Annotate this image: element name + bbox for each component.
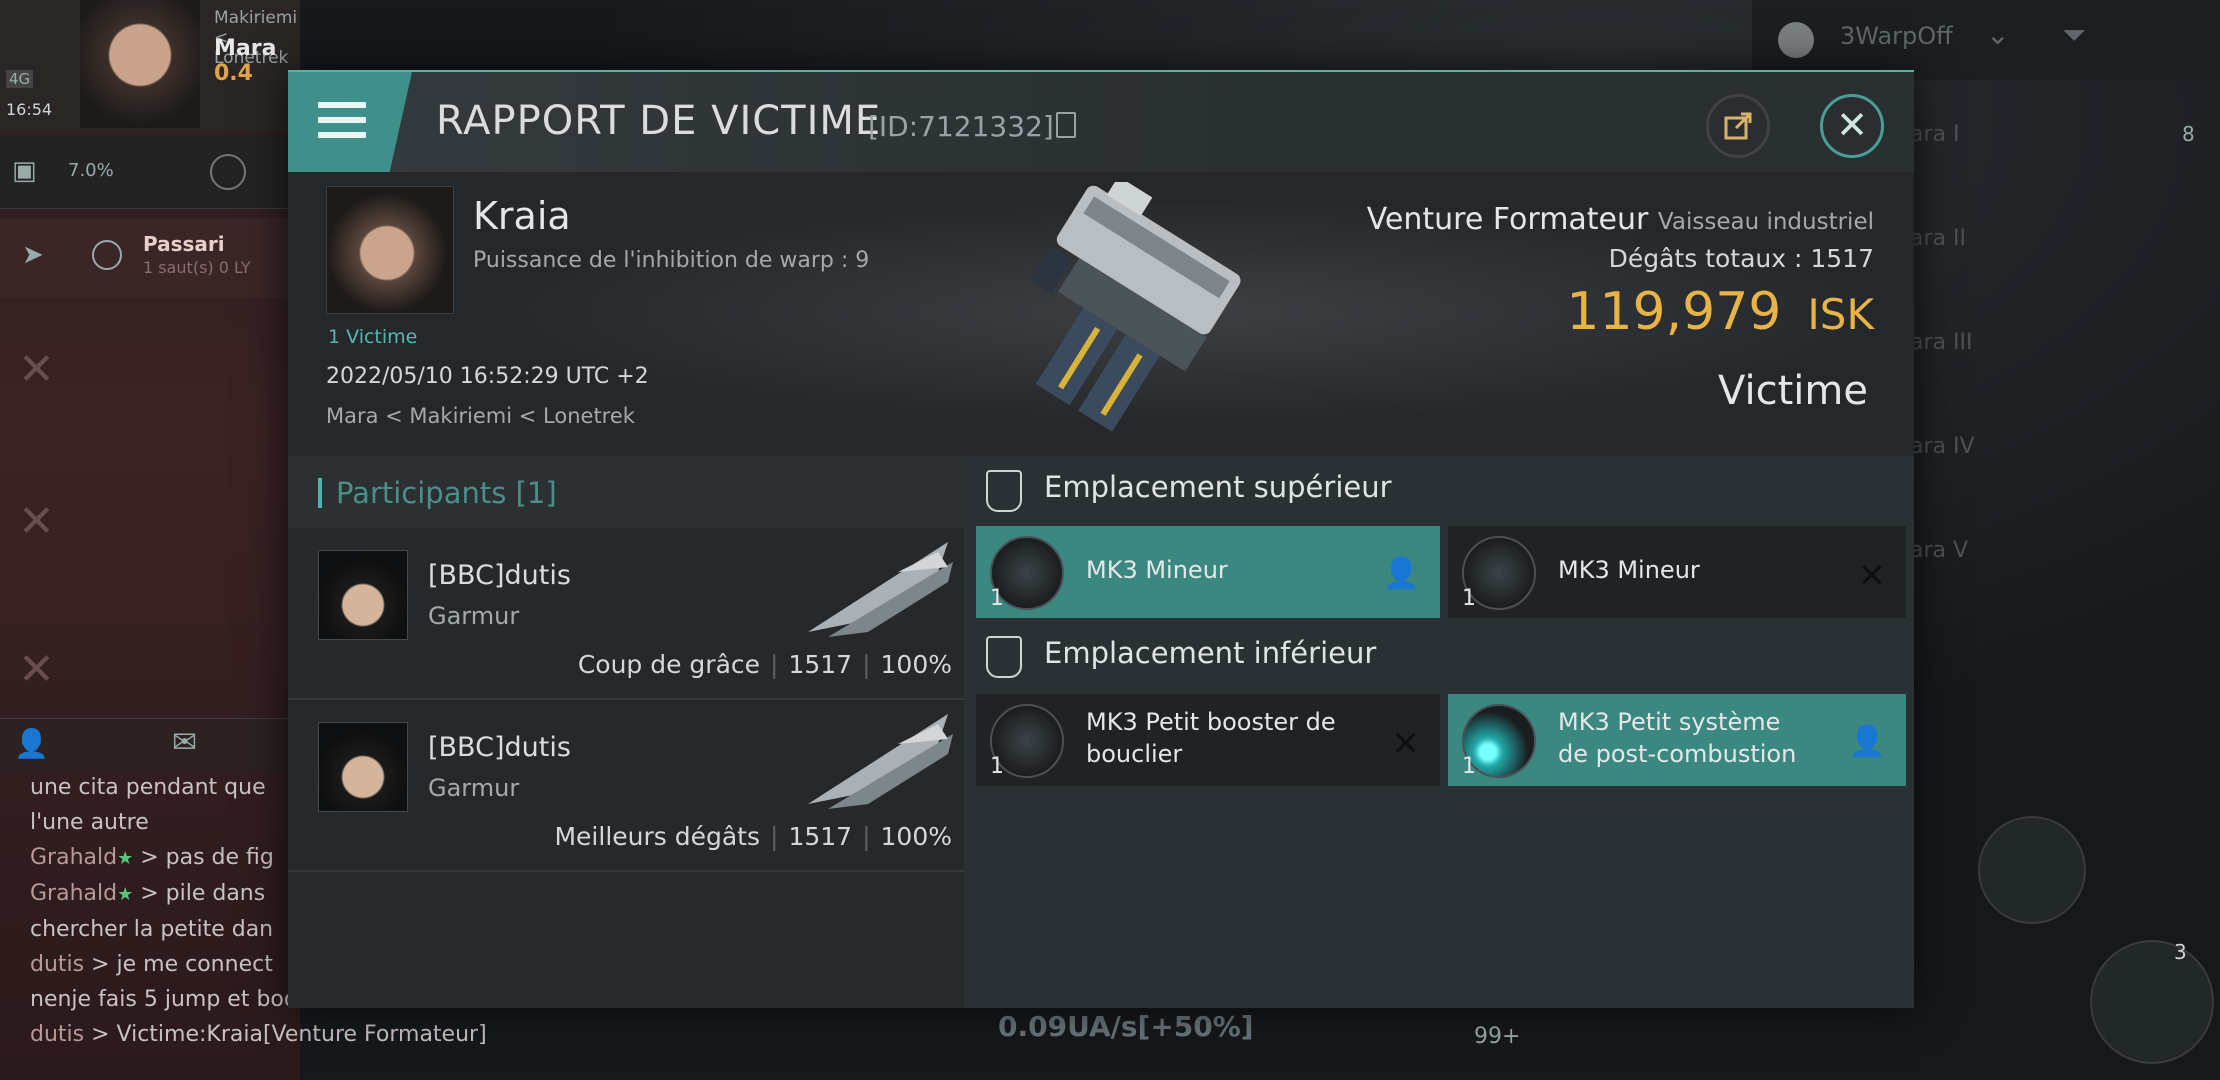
- module-name: MK3 Petit booster de bouclier: [1086, 708, 1336, 768]
- drone-button[interactable]: [2090, 940, 2214, 1064]
- participant-ship: Garmur: [428, 774, 520, 802]
- victim-role: Victime: [1718, 368, 1868, 414]
- star-icon: ★: [117, 884, 134, 905]
- victim-name: Kraia: [473, 194, 571, 238]
- participant-ship-render: [808, 542, 953, 637]
- module-name: MK3 Mineur: [1086, 556, 1228, 584]
- participant-name: [BBC]dutis: [428, 732, 571, 763]
- share-button[interactable]: [1706, 94, 1770, 158]
- victim-ship: Venture Formateur Vaisseau industriel: [1366, 202, 1874, 237]
- warp-dot-icon: [1778, 22, 1814, 58]
- navigate-icon[interactable]: ➤: [22, 240, 44, 270]
- fitting-panel: Emplacement supérieur 1 MK3 Mineur 👤 1 M…: [964, 456, 1914, 1008]
- destroyed-x-icon: ✕: [1391, 724, 1421, 764]
- isk-value: 119,979 ISK: [1566, 282, 1874, 342]
- drone-count-badge: 3: [2174, 940, 2187, 964]
- high-slot-title: Emplacement supérieur: [1044, 470, 1392, 504]
- killmail-dialog: RAPPORT DE VICTIME [ID:7121332] ✕ Kraia …: [288, 70, 1914, 1008]
- module-quantity: 1: [990, 586, 1004, 611]
- module-quantity: 1: [990, 754, 1004, 779]
- dialog-title: RAPPORT DE VICTIME: [436, 98, 882, 144]
- overview-item[interactable]: ara V: [1910, 538, 1968, 563]
- participants-title: Participants [1]: [336, 476, 557, 510]
- speed-readout: 0.09UA/s[+50%]: [998, 1010, 1254, 1043]
- warp-disruption: Puissance de l'inhibition de warp : 9: [473, 248, 870, 273]
- module-slot[interactable]: 1 MK3 Mineur 👤: [976, 526, 1440, 618]
- victim-location: Mara < Makiriemi < Lonetrek: [326, 404, 635, 428]
- cargo-icon: ▣: [12, 156, 37, 186]
- stargate-icon: [92, 240, 122, 270]
- location-jumps: 1 saut(s) 0 LY: [143, 258, 251, 277]
- participant-avatar[interactable]: [318, 550, 408, 640]
- mail-icon[interactable]: ✉: [172, 725, 197, 760]
- overview-item[interactable]: ara II: [1910, 226, 1966, 251]
- overview-list: ara I ara II ara III ara IV ara V 8: [1910, 0, 2220, 1080]
- chat-tabs[interactable]: 👤 ✉: [0, 718, 300, 771]
- victim-portrait[interactable]: [326, 186, 454, 314]
- external-link-icon: [1724, 112, 1752, 140]
- participant-row[interactable]: [BBC]dutis Garmur Meilleurs dégâts | 1517 |…: [288, 700, 964, 872]
- close-button[interactable]: ✕: [1820, 94, 1884, 158]
- module-slot[interactable]: 1 MK3 Mineur ✕: [1448, 526, 1906, 618]
- module-quantity: 1: [1462, 586, 1476, 611]
- module-slot[interactable]: 1 MK3 Petit booster de bouclier ✕: [976, 694, 1440, 786]
- menu-button[interactable]: [288, 72, 412, 172]
- mining-module-button[interactable]: [1978, 816, 2086, 924]
- person-icon: 👤: [1382, 556, 1420, 591]
- low-slot-title: Emplacement inférieur: [1044, 636, 1377, 670]
- scan-icon[interactable]: [210, 154, 246, 190]
- participant-avatar[interactable]: [318, 722, 408, 812]
- pilot-avatar: [80, 0, 200, 128]
- high-slot-icon: [986, 470, 1022, 512]
- participant-stats: Coup de grâce | 1517 | 100%: [577, 650, 952, 679]
- chat-line: dutis > Victime:Kraia[Venture Formateur]: [30, 1022, 487, 1047]
- cargo-bar[interactable]: ▣ 7.0%: [0, 136, 300, 209]
- victim-summary: Kraia Puissance de l'inhibition de warp …: [288, 172, 1914, 456]
- clock: 16:54: [6, 100, 53, 119]
- victim-count: 1 Victime: [328, 326, 418, 348]
- close-icon: ✕: [18, 344, 55, 395]
- module-name: MK3 Mineur: [1558, 556, 1700, 584]
- person-icon: 👤: [1848, 724, 1886, 759]
- low-slot-icon: [986, 636, 1022, 678]
- close-icon: ✕: [18, 496, 55, 547]
- low-slot-header: Emplacement inférieur: [964, 622, 1914, 688]
- close-icon: ✕: [18, 644, 55, 695]
- high-slot-header: Emplacement supérieur: [964, 456, 1914, 522]
- kill-timestamp: 2022/05/10 16:52:29 UTC +2: [326, 364, 649, 389]
- overview-item[interactable]: ara IV: [1910, 434, 1975, 459]
- star-icon: ★: [117, 848, 134, 869]
- participants-header: Participants [1]: [288, 456, 964, 528]
- copy-icon[interactable]: [1056, 112, 1076, 138]
- total-damage: Dégâts totaux : 1517: [1608, 244, 1874, 273]
- pilot-card[interactable]: Makiriemi < Lonetrek Mara 0.4 4G 16:54: [0, 0, 300, 132]
- module-slot[interactable]: 1 MK3 Petit système de post-combustion 👤: [1448, 694, 1906, 786]
- destroyed-x-icon: ✕: [1857, 556, 1887, 596]
- cargo-badge: 99+: [1474, 1024, 1521, 1049]
- network-badge: 4G: [6, 70, 34, 88]
- location-name: Passari: [143, 232, 225, 256]
- overview-count: 8: [2182, 122, 2195, 146]
- ship-render: [1029, 182, 1241, 432]
- cargo-percent: 7.0%: [68, 160, 114, 181]
- participant-row[interactable]: [BBC]dutis Garmur Coup de grâce | 1517 | 100…: [288, 528, 964, 700]
- contacts-icon[interactable]: 👤: [14, 727, 49, 760]
- participant-stats: Meilleurs dégâts | 1517 | 100%: [554, 822, 952, 851]
- participant-name: [BBC]dutis: [428, 560, 571, 591]
- dialog-header: RAPPORT DE VICTIME [ID:7121332] ✕: [288, 70, 1914, 174]
- participant-ship: Garmur: [428, 602, 520, 630]
- participant-ship-render: [808, 714, 953, 809]
- hamburger-icon: [318, 102, 366, 142]
- module-name: MK3 Petit système de post-combustion: [1558, 708, 1797, 768]
- overview-item[interactable]: ara III: [1910, 330, 1972, 355]
- killmail-id: [ID:7121332]: [868, 110, 1054, 143]
- participants-panel: Participants [1] [BBC]dutis Garmur Coup …: [288, 456, 964, 1008]
- overview-item[interactable]: ara I: [1910, 122, 1960, 147]
- module-quantity: 1: [1462, 754, 1476, 779]
